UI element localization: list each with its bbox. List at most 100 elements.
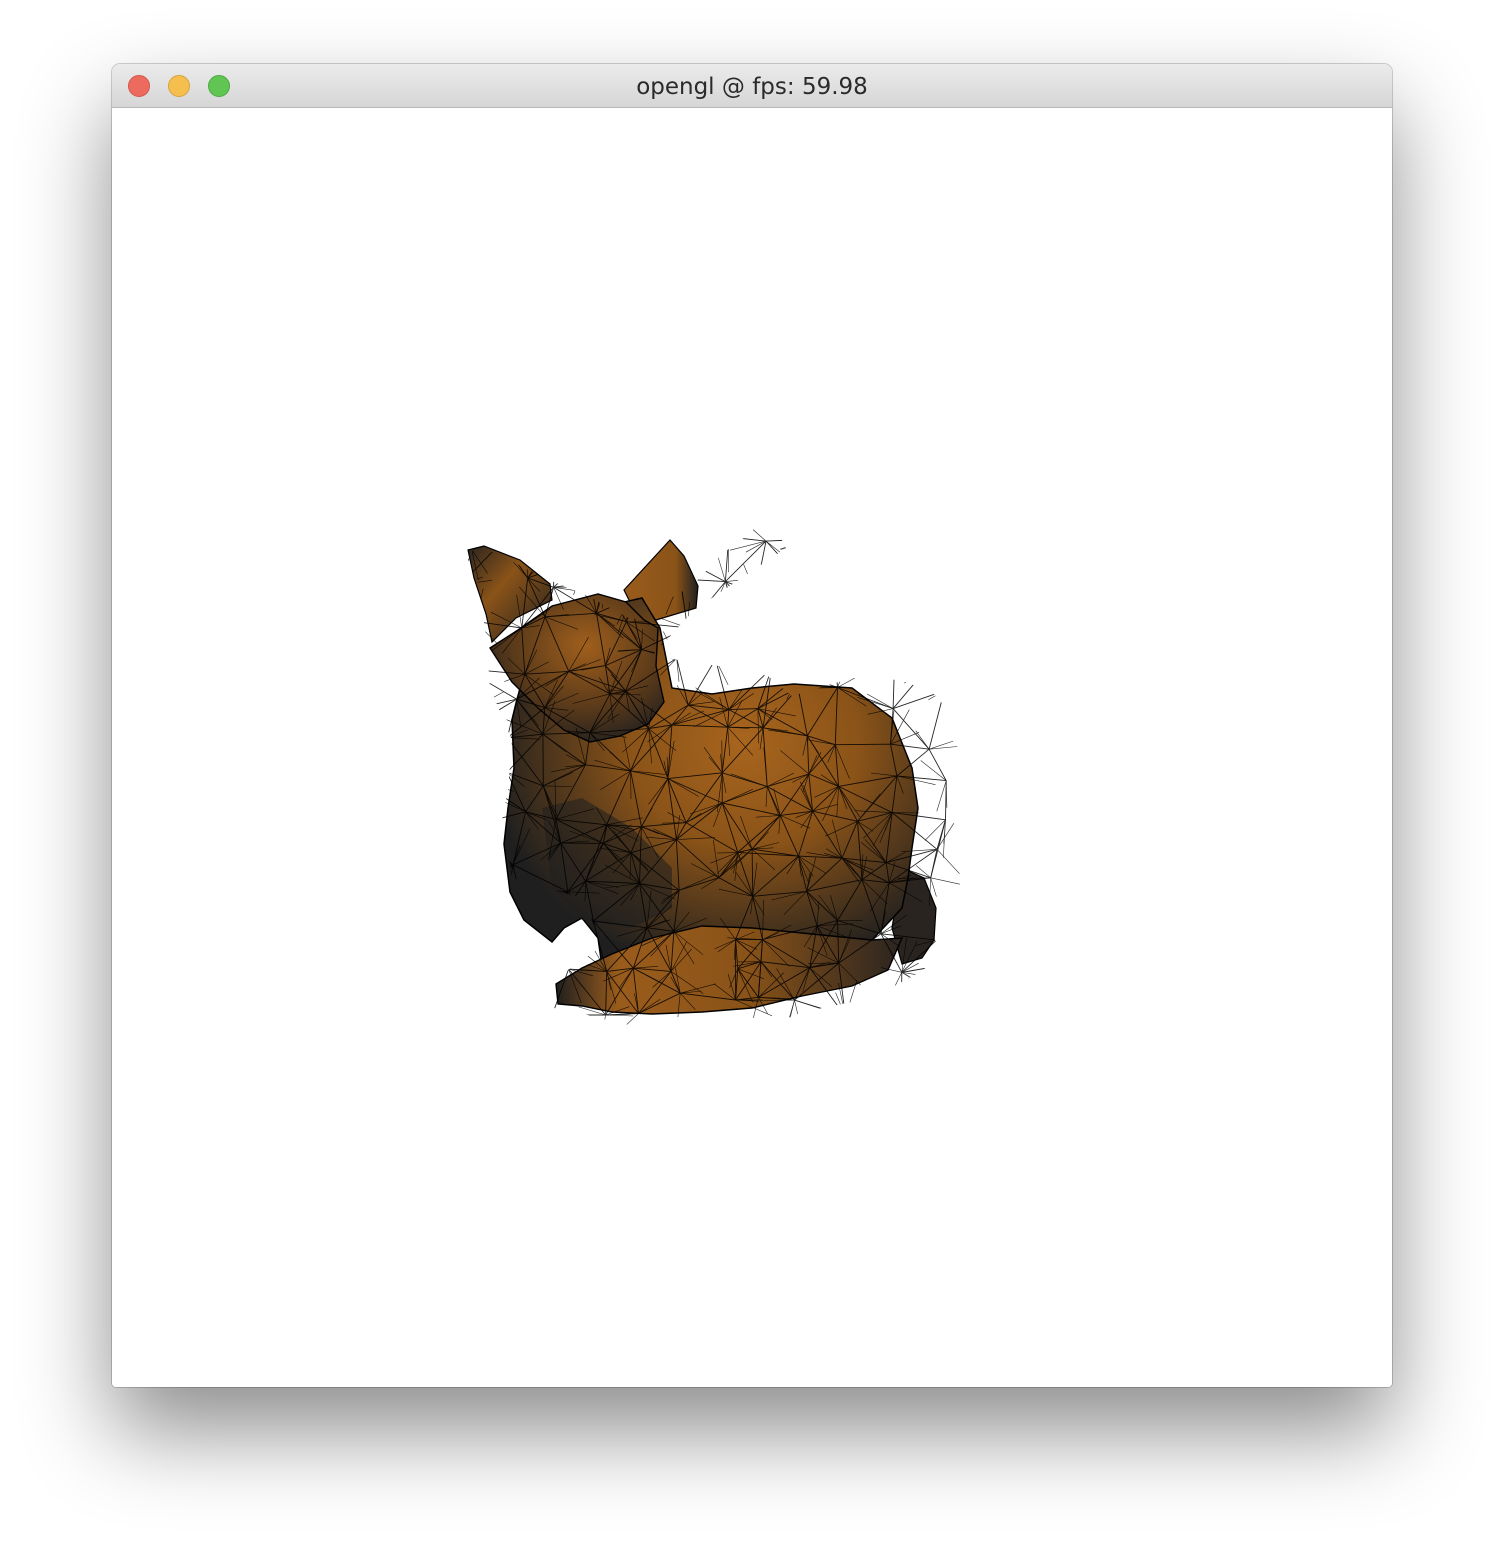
mesh-edge <box>806 622 826 634</box>
mesh-edge <box>725 581 765 625</box>
mesh-edge <box>502 541 524 555</box>
mesh-edge <box>848 622 877 643</box>
mesh-edge <box>728 536 767 542</box>
mesh-edge <box>461 899 464 934</box>
mesh-edge <box>831 587 849 623</box>
mesh-edge <box>813 655 836 659</box>
mesh-edge <box>884 595 942 615</box>
mesh-edge <box>585 545 643 559</box>
mesh-edge <box>468 714 472 727</box>
mesh-edge <box>765 538 814 542</box>
mesh-edge <box>501 994 519 1001</box>
mesh-edge <box>837 595 885 598</box>
mesh-edge <box>468 726 472 732</box>
mesh-edge <box>468 949 483 963</box>
mesh-edge <box>468 777 479 780</box>
mesh-edge <box>848 595 885 623</box>
mesh-edge <box>836 596 849 623</box>
mesh-edge <box>803 547 853 583</box>
mesh-edge <box>851 535 883 549</box>
mesh-edge <box>471 726 506 741</box>
mesh-edge <box>882 536 917 557</box>
mesh-edge <box>934 966 964 968</box>
mesh-edge <box>803 539 814 583</box>
mesh-edge <box>936 909 946 941</box>
mesh-edge <box>715 659 729 685</box>
mesh-edge <box>724 581 739 620</box>
mesh-edge <box>570 544 586 559</box>
mesh-edge <box>803 581 838 598</box>
mesh-edge <box>554 546 591 549</box>
mesh-edge <box>805 597 810 633</box>
mesh-edge <box>471 698 517 727</box>
mesh-edge <box>468 602 476 622</box>
mesh-edge <box>845 1006 902 1017</box>
mesh-edge <box>715 623 765 660</box>
mesh-edge <box>474 956 509 1002</box>
mesh-edge <box>810 518 814 540</box>
mesh-edge <box>771 667 802 675</box>
mesh-edge <box>456 942 465 962</box>
mesh-edge <box>470 685 483 710</box>
mesh-edge <box>501 983 532 995</box>
mesh-edge <box>500 737 508 760</box>
mesh-edge <box>800 657 836 675</box>
mesh-edge <box>892 1006 902 1033</box>
mesh-edge <box>848 622 895 661</box>
mesh-edge <box>471 726 508 773</box>
mesh-edge <box>878 646 895 661</box>
mesh-edge <box>935 992 965 1006</box>
mesh-edge <box>822 592 849 623</box>
mesh-edge <box>585 557 604 581</box>
mesh-edge <box>879 649 895 661</box>
mesh-edge <box>771 654 794 669</box>
mesh-edge <box>468 933 509 958</box>
mesh-edge <box>894 660 945 692</box>
mesh-edge <box>920 760 947 781</box>
mesh-edge <box>537 1002 553 1016</box>
mesh-edge <box>926 966 936 990</box>
mesh-edge <box>763 623 769 645</box>
mesh-edge <box>737 592 756 620</box>
mesh-edge <box>780 538 814 550</box>
mesh-edge <box>764 620 784 625</box>
mesh-edge <box>468 668 472 710</box>
mesh-edge <box>800 632 807 674</box>
mesh-edge <box>573 557 586 595</box>
mesh-edge <box>488 887 510 890</box>
mesh-edge <box>468 621 476 669</box>
title-bar[interactable]: opengl @ fps: 59.98 <box>112 64 1392 108</box>
mesh-edge <box>869 634 895 661</box>
mesh-edge <box>554 532 570 549</box>
mesh-edge <box>439 920 461 934</box>
mesh-edge <box>676 627 688 659</box>
opengl-viewport[interactable] <box>112 108 1392 1387</box>
mesh-edge <box>884 578 934 618</box>
mesh-edge <box>468 584 476 622</box>
mesh-edge <box>901 991 936 1008</box>
mesh-edge <box>788 611 807 633</box>
mesh-edge <box>737 619 772 669</box>
mesh-edge <box>884 613 942 618</box>
mesh-edge <box>461 909 466 934</box>
mesh-edge <box>797 632 807 689</box>
mesh-edge <box>921 663 958 676</box>
mesh-edge <box>835 743 891 746</box>
mesh-edge <box>487 527 503 542</box>
mesh-edge <box>945 780 948 808</box>
mesh-edge <box>932 546 955 580</box>
desktop: opengl @ fps: 59.98 <box>0 0 1504 1548</box>
mesh-edge <box>687 627 706 646</box>
mesh-edge <box>913 655 922 675</box>
mesh-edge <box>737 619 750 644</box>
mesh-edge <box>901 971 936 993</box>
mesh-edge <box>764 623 807 634</box>
mesh-edge <box>936 780 947 812</box>
mesh-edge <box>681 627 688 648</box>
mesh-edge <box>862 582 885 597</box>
mesh-edge <box>455 822 459 849</box>
mesh-edge <box>593 548 604 581</box>
mesh-edge <box>501 957 510 995</box>
mesh-edge <box>930 877 960 885</box>
mesh-edge <box>470 682 478 710</box>
